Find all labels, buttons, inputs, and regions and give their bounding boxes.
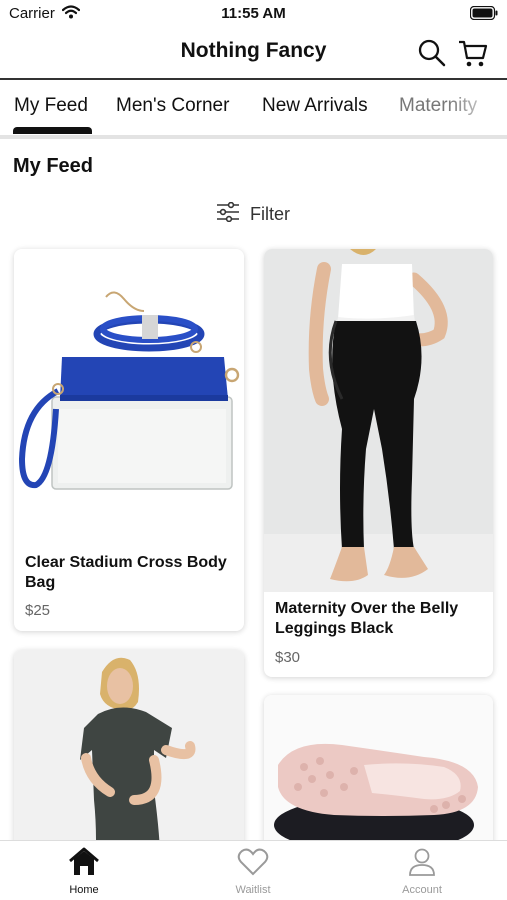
- battery-icon: [469, 5, 498, 25]
- tabs-divider: [0, 135, 507, 139]
- home-icon: [67, 847, 101, 881]
- product-card[interactable]: Maternity Over the Belly Leggings Black …: [264, 249, 493, 677]
- filter-icon: [216, 201, 240, 227]
- product-name: Maternity Over the Belly Leggings Black: [275, 600, 459, 637]
- filter-button[interactable]: Filter: [216, 201, 290, 227]
- product-price: $25: [25, 602, 51, 619]
- tab-mens-corner[interactable]: Men's Corner: [116, 95, 229, 117]
- header: Nothing Fancy: [0, 28, 507, 80]
- product-image-leggings: [264, 249, 493, 592]
- nav-account-label: Account: [402, 884, 442, 896]
- category-tabs: My Feed Men's Corner New Arrivals Matern…: [0, 80, 507, 138]
- nav-waitlist[interactable]: Waitlist: [193, 847, 313, 896]
- section-title: My Feed: [13, 155, 94, 177]
- bottom-nav: Home Waitlist Account: [0, 840, 507, 900]
- product-price: $30: [275, 649, 301, 666]
- product-image-bag: [14, 249, 244, 541]
- tabs-fade: [447, 80, 507, 138]
- status-bar: Carrier 11:55 AM: [0, 0, 507, 28]
- tab-new-arrivals[interactable]: New Arrivals: [262, 95, 368, 117]
- user-icon: [407, 848, 437, 881]
- product-name: Clear Stadium Cross Body Bag: [25, 554, 227, 591]
- search-icon[interactable]: [417, 38, 447, 73]
- filter-label: Filter: [250, 204, 290, 224]
- cart-icon[interactable]: [457, 38, 489, 75]
- tab-my-feed[interactable]: My Feed: [14, 95, 88, 117]
- nav-home-label: Home: [69, 884, 99, 896]
- selected-tab-indicator: [13, 127, 92, 134]
- nav-account[interactable]: Account: [362, 847, 482, 896]
- product-card[interactable]: Clear Stadium Cross Body Bag $25: [14, 249, 244, 631]
- status-time: 11:55 AM: [221, 5, 286, 22]
- nav-home[interactable]: Home: [24, 847, 144, 896]
- nav-waitlist-label: Waitlist: [235, 884, 271, 896]
- heart-icon: [237, 848, 269, 881]
